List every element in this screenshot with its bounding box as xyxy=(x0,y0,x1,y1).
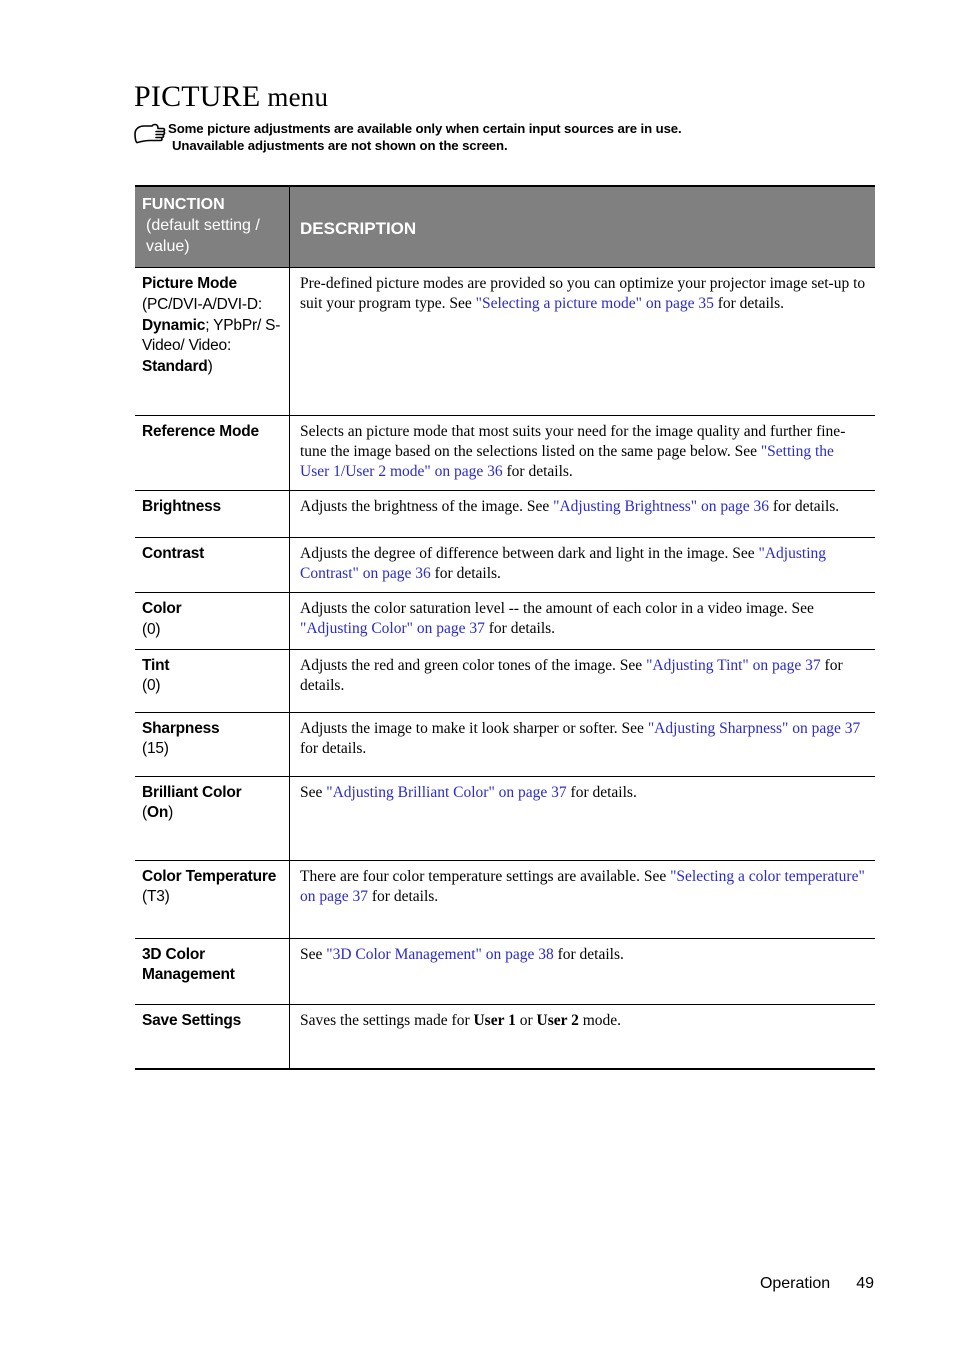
row-description-cell: Selects an picture mode that most suits … xyxy=(300,423,846,481)
table-row: Save Settings Saves the settings made fo… xyxy=(135,1003,875,1068)
row-function-cell: Picture Mode (PC/DVI-A/DVI-D: Dynamic; Y… xyxy=(135,266,290,416)
row-description-cell: Adjusts the color saturation level -- th… xyxy=(300,600,814,638)
cross-reference-link[interactable]: "Adjusting Brightness" on page 36 xyxy=(553,498,769,515)
page-title: PICTURE menu xyxy=(134,80,328,113)
picture-menu-table: FUNCTION (default setting / value) DESCR… xyxy=(135,185,875,1070)
pointing-hand-icon xyxy=(132,123,166,145)
table-row: Reference Mode Selects an picture mode t… xyxy=(135,414,875,491)
table-header-row: FUNCTION (default setting / value) DESCR… xyxy=(135,187,875,268)
table-row: Sharpness (15) Adjusts the image to make… xyxy=(135,711,875,776)
row-description-cell: Adjusts the brightness of the image. See… xyxy=(300,498,840,516)
row-function-cell: Color Temperature (T3) xyxy=(135,859,290,938)
table-row: Tint (0) Adjusts the red and green color… xyxy=(135,648,875,712)
function-default: (On) xyxy=(142,804,174,822)
note-line-2: Unavailable adjustments are not shown on… xyxy=(172,138,508,154)
page-footer: Operation 49 xyxy=(760,1275,874,1293)
function-name: Brilliant Color xyxy=(142,783,242,801)
table-row: Color Temperature (T3) There are four co… xyxy=(135,859,875,938)
table-row: Brilliant Color (On) See "Adjusting Bril… xyxy=(135,775,875,860)
row-description-cell: See "Adjusting Brilliant Color" on page … xyxy=(300,783,637,801)
table-row: Color (0) Adjusts the color saturation l… xyxy=(135,591,875,649)
note-callout: Some picture adjustments are available o… xyxy=(132,120,852,155)
row-description-cell: There are four color temperature setting… xyxy=(300,867,865,905)
table-row: Picture Mode (PC/DVI-A/DVI-D: Dynamic; Y… xyxy=(135,266,875,416)
footer-page-number: 49 xyxy=(856,1275,874,1292)
function-name: Contrast xyxy=(142,545,205,563)
row-description-cell: See "3D Color Management" on page 38 for… xyxy=(300,945,624,963)
header-function-title: FUNCTION xyxy=(142,196,225,213)
row-function-cell: Reference Mode xyxy=(135,414,290,491)
row-description-cell: Adjusts the degree of difference between… xyxy=(300,545,827,583)
footer-section-label: Operation xyxy=(759,1275,831,1292)
cross-reference-link[interactable]: "Adjusting Brilliant Color" on page 37 xyxy=(326,784,566,801)
function-name: Picture Mode xyxy=(142,275,237,293)
header-cell-function: FUNCTION (default setting / value) xyxy=(135,187,290,268)
function-name: Color Temperature xyxy=(142,867,277,885)
row-function-cell: Sharpness (15) xyxy=(135,711,290,776)
function-name: Reference Mode xyxy=(142,423,259,441)
row-function-cell: Tint (0) xyxy=(135,648,290,712)
cross-reference-link[interactable]: "Selecting a picture mode" on page 35 xyxy=(476,295,714,312)
function-name: 3D Color Management xyxy=(142,945,235,984)
row-function-cell: Color (0) xyxy=(135,591,290,649)
table-row: Brightness Adjusts the brightness of the… xyxy=(135,489,875,538)
row-function-cell: Save Settings xyxy=(135,1003,290,1068)
function-name: Color xyxy=(142,600,182,618)
table-row: Contrast Adjusts the degree of differenc… xyxy=(135,536,875,593)
note-line-1: Some picture adjustments are available o… xyxy=(168,121,682,136)
row-function-cell: Contrast xyxy=(135,536,290,593)
page-title-secondary: menu xyxy=(267,82,329,112)
document-page: PICTURE menu Some picture adjustments ar… xyxy=(0,0,954,1352)
cross-reference-link[interactable]: "3D Color Management" on page 38 xyxy=(326,946,553,963)
function-default: (15) xyxy=(142,740,169,758)
function-default: (0) xyxy=(142,677,161,695)
function-name: Brightness xyxy=(142,498,221,516)
function-name: Sharpness xyxy=(142,719,220,737)
function-default: (PC/DVI-A/DVI-D: Dynamic; YPbPr/ S-Video… xyxy=(142,296,281,375)
row-description-cell: Adjusts the red and green color tones of… xyxy=(300,656,843,694)
row-function-cell: Brightness xyxy=(135,489,290,538)
row-function-cell: Brilliant Color (On) xyxy=(135,775,290,860)
row-description-cell: Adjusts the image to make it look sharpe… xyxy=(300,719,861,757)
cross-reference-link[interactable]: "Adjusting Tint" on page 37 xyxy=(646,657,821,674)
function-default: (T3) xyxy=(142,888,170,906)
function-default: (0) xyxy=(142,620,161,638)
row-function-cell: 3D Color Management xyxy=(135,937,290,1004)
cross-reference-link[interactable]: "Adjusting Color" on page 37 xyxy=(300,620,485,637)
page-title-primary: PICTURE xyxy=(134,80,261,113)
function-name: Save Settings xyxy=(142,1011,242,1029)
row-description-cell: Saves the settings made for User 1 or Us… xyxy=(300,1011,622,1029)
note-text: Some picture adjustments are available o… xyxy=(168,120,682,155)
table-row: 3D Color Management See "3D Color Manage… xyxy=(135,937,875,1004)
header-cell-description: DESCRIPTION xyxy=(300,219,417,238)
header-function-subtitle: (default setting / value) xyxy=(146,216,260,255)
cross-reference-link[interactable]: "Adjusting Sharpness" on page 37 xyxy=(648,720,860,737)
function-name: Tint xyxy=(142,656,170,674)
row-description-cell: Pre-defined picture modes are provided s… xyxy=(300,275,866,313)
